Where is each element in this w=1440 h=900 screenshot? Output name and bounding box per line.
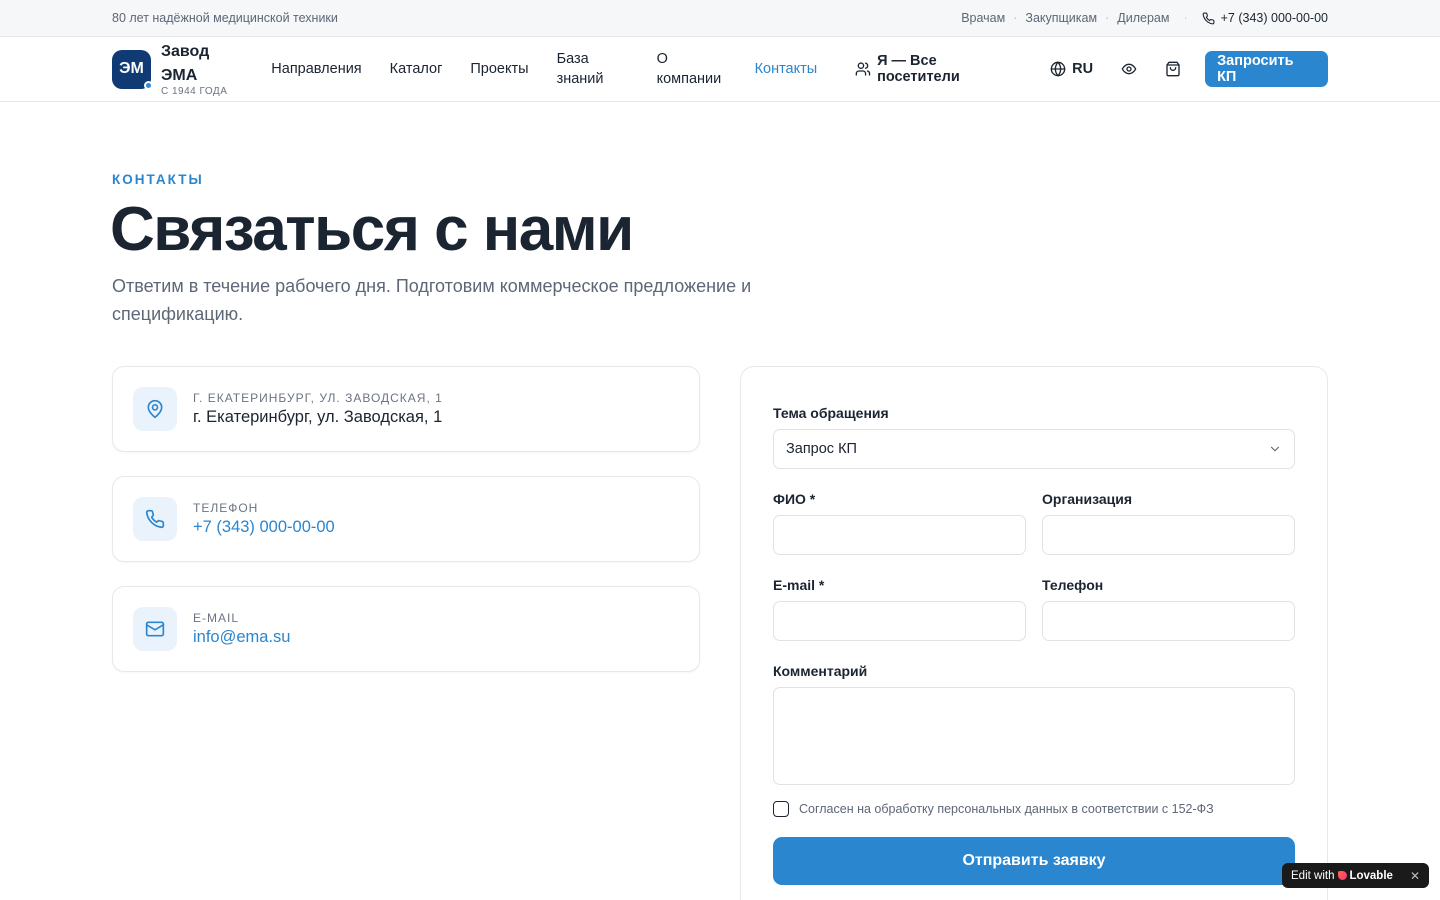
accessibility-button[interactable] (1121, 61, 1137, 77)
card-label: E-MAIL (193, 611, 240, 625)
logo-subtitle: С 1944 ГОДА (161, 86, 228, 97)
link-buyers[interactable]: Закупщикам (1025, 11, 1097, 25)
contact-form: Тема обращения Запрос КП ФИО * Организац… (740, 366, 1328, 900)
phone-label: Телефон (1042, 577, 1104, 593)
separator-dot: · (1183, 11, 1188, 25)
users-icon (855, 62, 871, 76)
separator-dot: · (1105, 11, 1110, 25)
contact-card-address: Г. ЕКАТЕРИНБУРГ, УЛ. ЗАВОДСКАЯ, 1 г. Ека… (112, 366, 700, 452)
nav-contacts[interactable]: Контакты (755, 59, 818, 79)
header-tools: Я — Все посетители RU Запросить КП (845, 51, 1328, 87)
submit-button[interactable]: Отправить заявку (773, 837, 1295, 885)
nav-knowledge-base[interactable]: База знаний (557, 49, 629, 89)
phone-icon (1202, 12, 1215, 24)
card-label: Г. ЕКАТЕРИНБУРГ, УЛ. ЗАВОДСКАЯ, 1 (193, 391, 443, 405)
request-quote-button[interactable]: Запросить КП (1205, 51, 1328, 87)
comment-label: Комментарий (773, 663, 868, 679)
nav-directions[interactable]: Направления (271, 59, 361, 79)
badge-brand-name: Lovable (1349, 869, 1393, 882)
lovable-logo-icon (1338, 871, 1348, 880)
comment-textarea[interactable] (773, 687, 1295, 785)
nav-catalog[interactable]: Каталог (390, 59, 443, 79)
close-icon[interactable]: ✕ (1410, 869, 1420, 883)
organization-label: Организация (1042, 491, 1133, 507)
name-input[interactable] (773, 515, 1026, 555)
phone-input[interactable] (1042, 601, 1295, 641)
consent-row: Согласен на обработку персональных данны… (773, 801, 1214, 817)
badge-prefix: Edit with (1291, 869, 1335, 882)
badge-brand: Lovable (1338, 869, 1393, 882)
consent-text: Согласен на обработку персональных данны… (799, 802, 1214, 816)
card-value: г. Екатеринбург, ул. Заводская, 1 (193, 408, 443, 426)
mail-icon (145, 621, 165, 637)
eye-icon (1121, 63, 1137, 75)
card-icon-box (133, 387, 177, 431)
logo[interactable]: ЭМ Завод ЭМА С 1944 ГОДА (112, 40, 271, 98)
section-eyebrow: КОНТАКТЫ (112, 172, 204, 187)
top-utility-bar: 80 лет надёжной медицинской техники Врач… (0, 0, 1440, 37)
link-dealers[interactable]: Дилерам (1117, 11, 1169, 25)
phone-link[interactable]: +7 (343) 000-00-00 (193, 518, 335, 537)
main-nav: Направления Каталог Проекты База знаний … (271, 49, 845, 89)
tagline: 80 лет надёжной медицинской техники (112, 11, 338, 25)
card-text: Г. ЕКАТЕРИНБУРГ, УЛ. ЗАВОДСКАЯ, 1 г. Ека… (193, 391, 443, 427)
audience-selector[interactable]: Я — Все посетители (855, 53, 1022, 85)
topic-select[interactable]: Запрос КП (773, 429, 1295, 469)
email-link[interactable]: info@ema.su (193, 628, 290, 647)
phone-icon (145, 509, 165, 529)
contact-card-phone: ТЕЛЕФОН +7 (343) 000-00-00 (112, 476, 700, 562)
name-label: ФИО * (773, 491, 816, 507)
top-phone-number: +7 (343) 000-00-00 (1220, 11, 1328, 25)
card-text: ТЕЛЕФОН +7 (343) 000-00-00 (193, 501, 335, 537)
organization-input[interactable] (1042, 515, 1295, 555)
email-input[interactable] (773, 601, 1026, 641)
cart-button[interactable] (1165, 61, 1181, 77)
globe-icon (1050, 61, 1066, 77)
shopping-bag-icon (1166, 61, 1180, 77)
page-subtitle: Ответим в течение рабочего дня. Подготов… (112, 276, 752, 324)
card-text: E-MAIL info@ema.su (193, 611, 290, 647)
topic-selected-value: Запрос КП (786, 441, 857, 457)
edit-with-lovable-badge[interactable]: Edit with Lovable ✕ (1282, 863, 1429, 888)
logo-name: Завод ЭМА (161, 43, 210, 84)
audience-label: Я — Все посетители (877, 53, 960, 85)
language-label: RU (1072, 61, 1094, 77)
contact-card-email: E-MAIL info@ema.su (112, 586, 700, 672)
separator-dot: · (1013, 11, 1018, 25)
logo-mark: ЭМ (112, 49, 153, 90)
nav-about[interactable]: О компании (657, 49, 727, 89)
link-doctors[interactable]: Врачам (961, 11, 1005, 25)
logo-badge-dot (144, 80, 153, 90)
card-icon-box (133, 497, 177, 541)
card-icon-box (133, 607, 177, 651)
consent-checkbox[interactable] (773, 801, 789, 817)
top-phone-link[interactable]: +7 (343) 000-00-00 (1202, 11, 1328, 25)
logo-text: Завод ЭМА С 1944 ГОДА (161, 40, 231, 98)
nav-projects[interactable]: Проекты (470, 59, 528, 79)
page-title: Связаться с нами (110, 195, 634, 264)
language-selector[interactable]: RU (1050, 61, 1093, 77)
card-label: ТЕЛЕФОН (193, 501, 259, 515)
main-header: ЭМ Завод ЭМА С 1944 ГОДА Направления Кат… (0, 37, 1440, 102)
top-links: Врачам · Закупщикам · Дилерам · +7 (343)… (961, 11, 1328, 25)
map-pin-icon (147, 399, 163, 419)
logo-mark-text: ЭМ (119, 60, 144, 77)
chevron-down-icon (1270, 446, 1280, 452)
email-label: E-mail * (773, 577, 825, 593)
topic-label: Тема обращения (773, 405, 889, 421)
